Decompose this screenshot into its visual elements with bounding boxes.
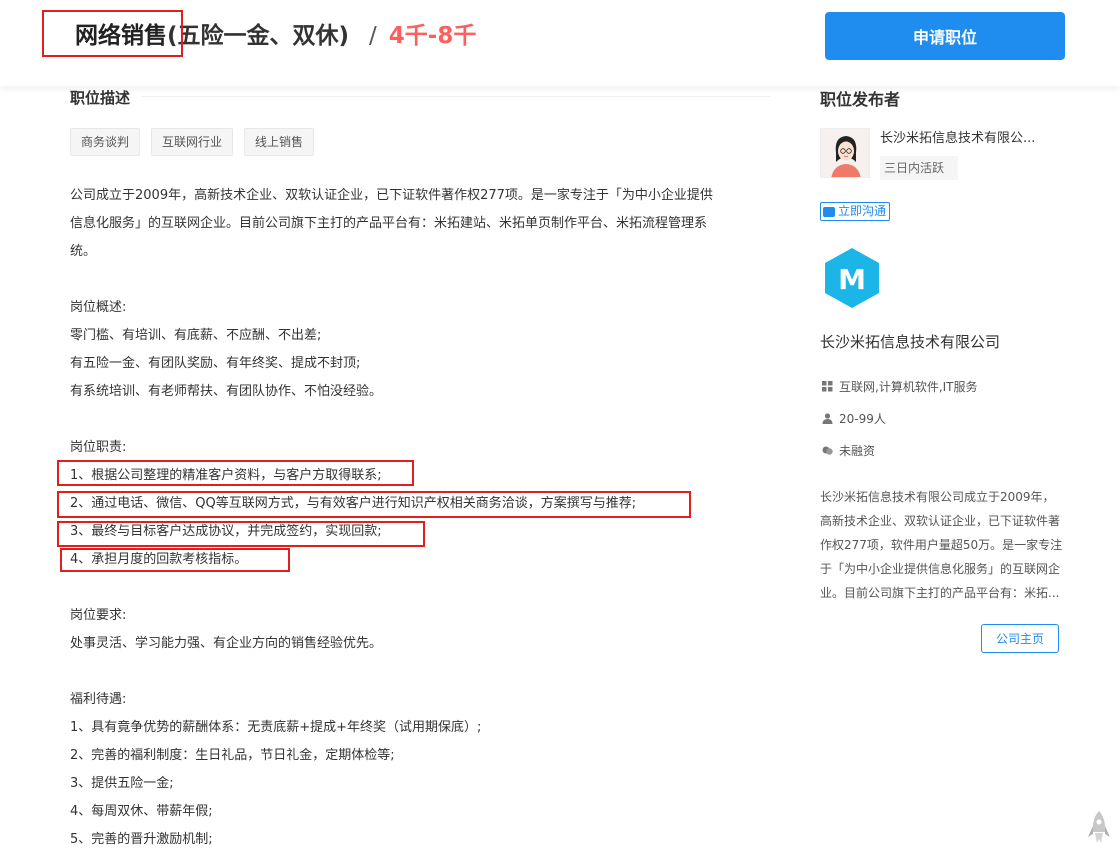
publisher-company: 长沙米拓信息技术有限公... [880,131,1036,146]
job-tag: 商务谈判 [70,128,141,156]
duties-title: 岗位职责: [70,440,127,455]
title-highlight-box [42,10,183,57]
company-industry: 互联网,计算机软件,IT服务 [822,378,978,395]
company-homepage-button[interactable]: 公司主页 [981,624,1059,653]
company-logo[interactable]: M [821,246,883,310]
description-section-title: 职位描述 [70,89,131,107]
benefit-line: 2、完善的福利制度：生日礼品，节日礼金，定期体检等; [70,748,395,763]
chat-now-label: 立即沟通 [838,204,887,218]
company-description: 长沙米拓信息技术有限公司成立于2009年，高新技术企业、双软认证企业，已下证软件… [820,490,1063,600]
apply-job-button[interactable]: 申请职位 [825,12,1065,60]
title-separator: / [369,23,377,49]
chat-now-button[interactable]: 立即沟通 [820,202,891,221]
overview-line: 有系统培训、有老师帮扶、有团队协作、不怕没经验。 [70,384,383,399]
company-name[interactable]: 长沙米拓信息技术有限公司 [820,331,1000,352]
funding-icon [822,446,833,455]
publisher-section-title: 职位发布者 [820,90,901,109]
job-title-subtitle: (五险一金、双休) [167,23,350,49]
duty-highlight-box [60,548,290,572]
overview-line: 有五险一金、有团队奖励、有年终奖、提成不封顶; [70,356,361,371]
requirements-title: 岗位要求: [70,608,127,623]
intro-line: 信息化服务」的互联网企业。目前公司旗下主打的产品平台有：米拓建站、米拓单页制作平… [70,216,708,231]
job-description: 公司成立于2009年，高新技术企业、双软认证企业，已下证软件著作权277项。是一… [70,182,770,854]
duty-highlight-box [57,460,414,486]
duty-highlight-box [57,521,425,547]
intro-line: 统。 [70,244,97,259]
benefit-line: 1、具有竟争优势的薪酬体系：无责底薪+提成+年终奖（试用期保底）; [70,720,482,735]
active-status-badge: 三日内活跃 [880,156,958,180]
job-tag: 线上销售 [244,128,315,156]
job-header: 网络销售(五险一金、双休)/4千-8千 申请职位 [0,0,1120,86]
benefits-title: 福利待遇: [70,692,127,707]
funding-text: 未融资 [839,444,876,458]
requirement-line: 处事灵活、学习能力强、有企业方向的销售经验优先。 [70,636,383,651]
section-divider [142,96,770,97]
job-tags: 商务谈判 互联网行业 线上销售 [70,128,315,156]
salary-range: 4千-8千 [388,23,477,49]
people-icon [822,413,833,424]
job-tag: 互联网行业 [151,128,234,156]
company-logo-letter: M [838,263,866,296]
intro-line: 公司成立于2009年，高新技术企业、双软认证企业，已下证软件著作权277项。是一… [70,188,713,203]
industry-text: 互联网,计算机软件,IT服务 [839,380,978,394]
chat-icon [823,206,835,217]
benefit-line: 5、完善的晋升激励机制; [70,832,213,847]
overview-title: 岗位概述: [70,300,127,315]
company-size: 20-99人 [822,410,886,427]
duty-highlight-box [57,491,691,518]
overview-line: 零门槛、有培训、有底薪、不应酬、不出差; [70,328,322,343]
publisher-avatar[interactable] [820,128,870,178]
benefit-line: 4、每周双休、带薪年假; [70,804,213,819]
company-funding: 未融资 [822,442,875,459]
rocket-icon[interactable] [1087,810,1111,846]
industry-icon [822,381,833,392]
size-text: 20-99人 [839,412,886,426]
benefit-line: 3、提供五险一金; [70,776,174,791]
